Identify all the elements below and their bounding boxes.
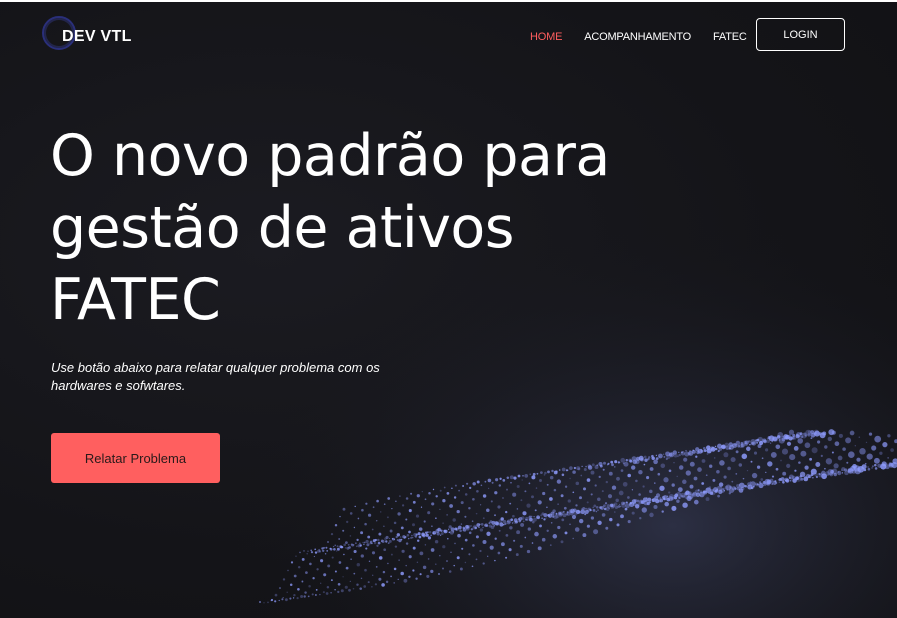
hero-title-line: O novo padrão para <box>50 123 610 189</box>
nav-fatec[interactable]: FATEC <box>713 31 747 43</box>
hero-title-line: gestão de ativos <box>50 195 515 261</box>
hero-subtitle-line: hardwares e sofwtares. <box>51 378 186 393</box>
brand-name: DEV VTL <box>62 28 132 45</box>
brand-logo[interactable]: DEV VTL <box>42 16 131 50</box>
hero-title: O novo padrão para gestão de ativos FATE… <box>50 120 730 336</box>
report-problem-button[interactable]: Relatar Problema <box>51 433 220 483</box>
hero-subtitle-line: Use botão abaixo para relatar qualquer p… <box>51 360 380 375</box>
main-nav: HOME ACOMPANHAMENTO FATEC <box>530 31 747 43</box>
top-navbar: DEV VTL HOME ACOMPANHAMENTO FATEC LOGIN <box>0 2 897 72</box>
nav-home[interactable]: HOME <box>530 31 562 43</box>
nav-acompanhamento[interactable]: ACOMPANHAMENTO <box>584 31 691 43</box>
hero-subtitle: Use botão abaixo para relatar qualquer p… <box>51 359 421 395</box>
login-button[interactable]: LOGIN <box>756 18 845 51</box>
landing-page: DEV VTL HOME ACOMPANHAMENTO FATEC LOGIN … <box>0 2 897 618</box>
hero-title-line: FATEC <box>50 267 221 333</box>
